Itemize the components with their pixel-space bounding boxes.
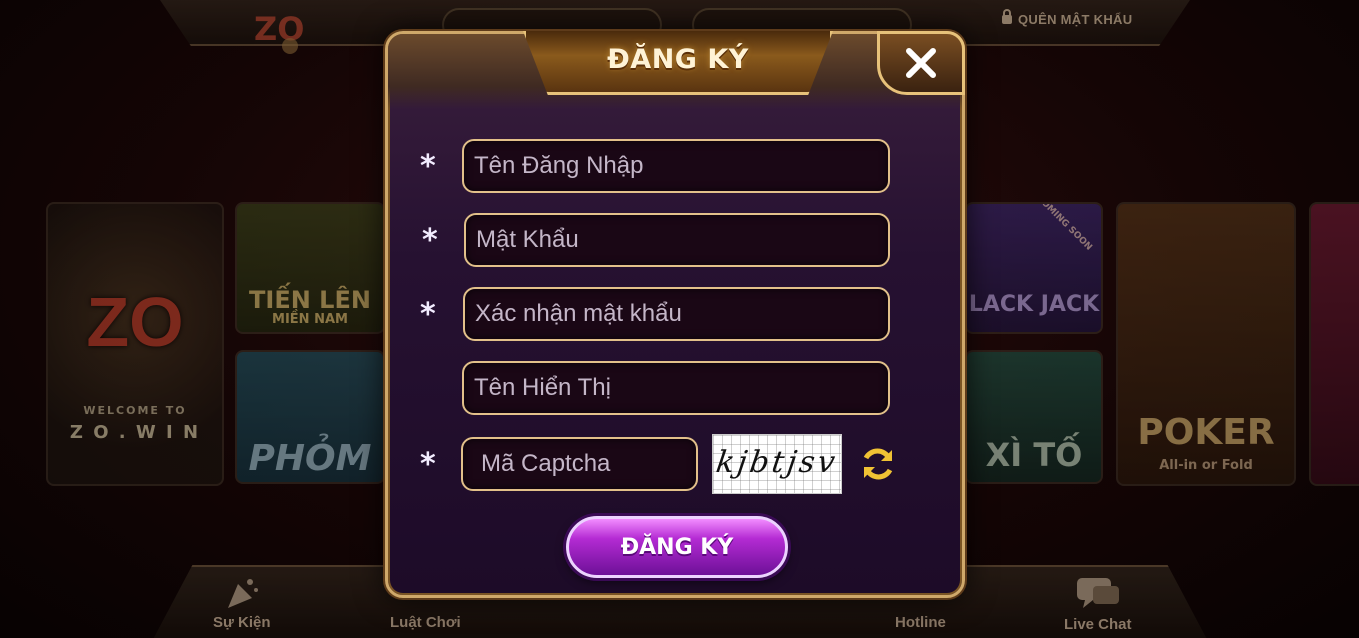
refresh-captcha-icon[interactable] xyxy=(858,444,898,484)
confirm-password-row: * xyxy=(388,287,962,341)
display-name-row xyxy=(388,361,962,415)
nav-live-chat[interactable]: Live Chat xyxy=(1064,576,1132,633)
game-tile-blackjack[interactable]: COMING SOON LACK JACK xyxy=(965,202,1103,334)
captcha-required-mark: * xyxy=(420,447,436,482)
nav-hotline-label: Hotline xyxy=(895,614,946,631)
stage: ZO QUÊN MẬT KHẨU ZO WELCOME TO Z O . W I… xyxy=(0,0,1359,638)
phom-label: PHỎM xyxy=(248,438,372,479)
close-icon xyxy=(906,48,936,78)
confirm-password-input[interactable] xyxy=(463,287,890,341)
captcha-image: kjbtjsv xyxy=(712,434,842,494)
tienlen-label: TIẾN LÊN xyxy=(249,286,371,314)
forgot-password-link[interactable]: QUÊN MẬT KHẨU xyxy=(1002,9,1133,27)
welcome-logo: ZO xyxy=(86,283,184,361)
nav-luat-choi-label: Luật Chơi xyxy=(390,614,461,631)
nav-live-chat-label: Live Chat xyxy=(1064,616,1132,633)
welcome-text: WELCOME TO xyxy=(83,404,187,417)
game-tile-poker[interactable]: POKER All-in or Fold xyxy=(1116,202,1296,486)
username-input[interactable] xyxy=(462,139,890,193)
captcha-image-text: kjbtjsv xyxy=(713,445,841,480)
modal-title: ĐĂNG KÝ xyxy=(607,44,749,75)
poker-sub: All-in or Fold xyxy=(1159,458,1253,473)
tienlen-sub: MIỀN NAM xyxy=(272,312,348,327)
coming-soon-badge: COMING SOON xyxy=(1034,202,1094,253)
welcome-tile[interactable]: ZO WELCOME TO Z O . W I N xyxy=(46,202,224,486)
game-tile-tienlen[interactable]: TIẾN LÊN MIỀN NAM xyxy=(235,202,385,334)
nav-hotline[interactable]: Hotline xyxy=(895,614,946,631)
zowin-logo-icon: ZO xyxy=(254,10,304,54)
forgot-password-label: QUÊN MẬT KHẨU xyxy=(1018,12,1133,27)
game-tile-slot[interactable] xyxy=(1309,202,1359,486)
password-input[interactable] xyxy=(464,213,890,267)
blackjack-label: LACK JACK xyxy=(968,292,1100,317)
party-popper-icon xyxy=(227,579,258,608)
close-button[interactable] xyxy=(877,31,965,95)
username-row: * xyxy=(388,139,962,193)
confirm-password-required-mark: * xyxy=(420,297,436,332)
captcha-input[interactable] xyxy=(461,437,698,491)
poker-label: POKER xyxy=(1137,412,1275,453)
lock-icon xyxy=(1002,9,1012,24)
welcome-brand: Z O . W I N xyxy=(69,422,201,443)
register-modal: ĐĂNG KÝ * * * * kjbtjsv xyxy=(385,31,965,598)
username-required-mark: * xyxy=(420,149,436,184)
display-name-input[interactable] xyxy=(462,361,890,415)
nav-su-kien-label: Sự Kiện xyxy=(213,614,271,631)
register-submit-button[interactable]: ĐĂNG KÝ xyxy=(566,516,788,578)
password-row: * xyxy=(388,213,962,267)
game-tile-phom[interactable]: PHỎM xyxy=(235,350,385,484)
game-tile-xito[interactable]: XÌ TỐ xyxy=(965,350,1103,484)
nav-luat-choi[interactable]: Luật Chơi xyxy=(390,614,461,631)
password-required-mark: * xyxy=(422,223,438,258)
nav-su-kien[interactable]: Sự Kiện xyxy=(213,576,271,631)
chat-bubble-icon xyxy=(1076,578,1119,608)
xito-label: XÌ TỐ xyxy=(985,436,1083,474)
